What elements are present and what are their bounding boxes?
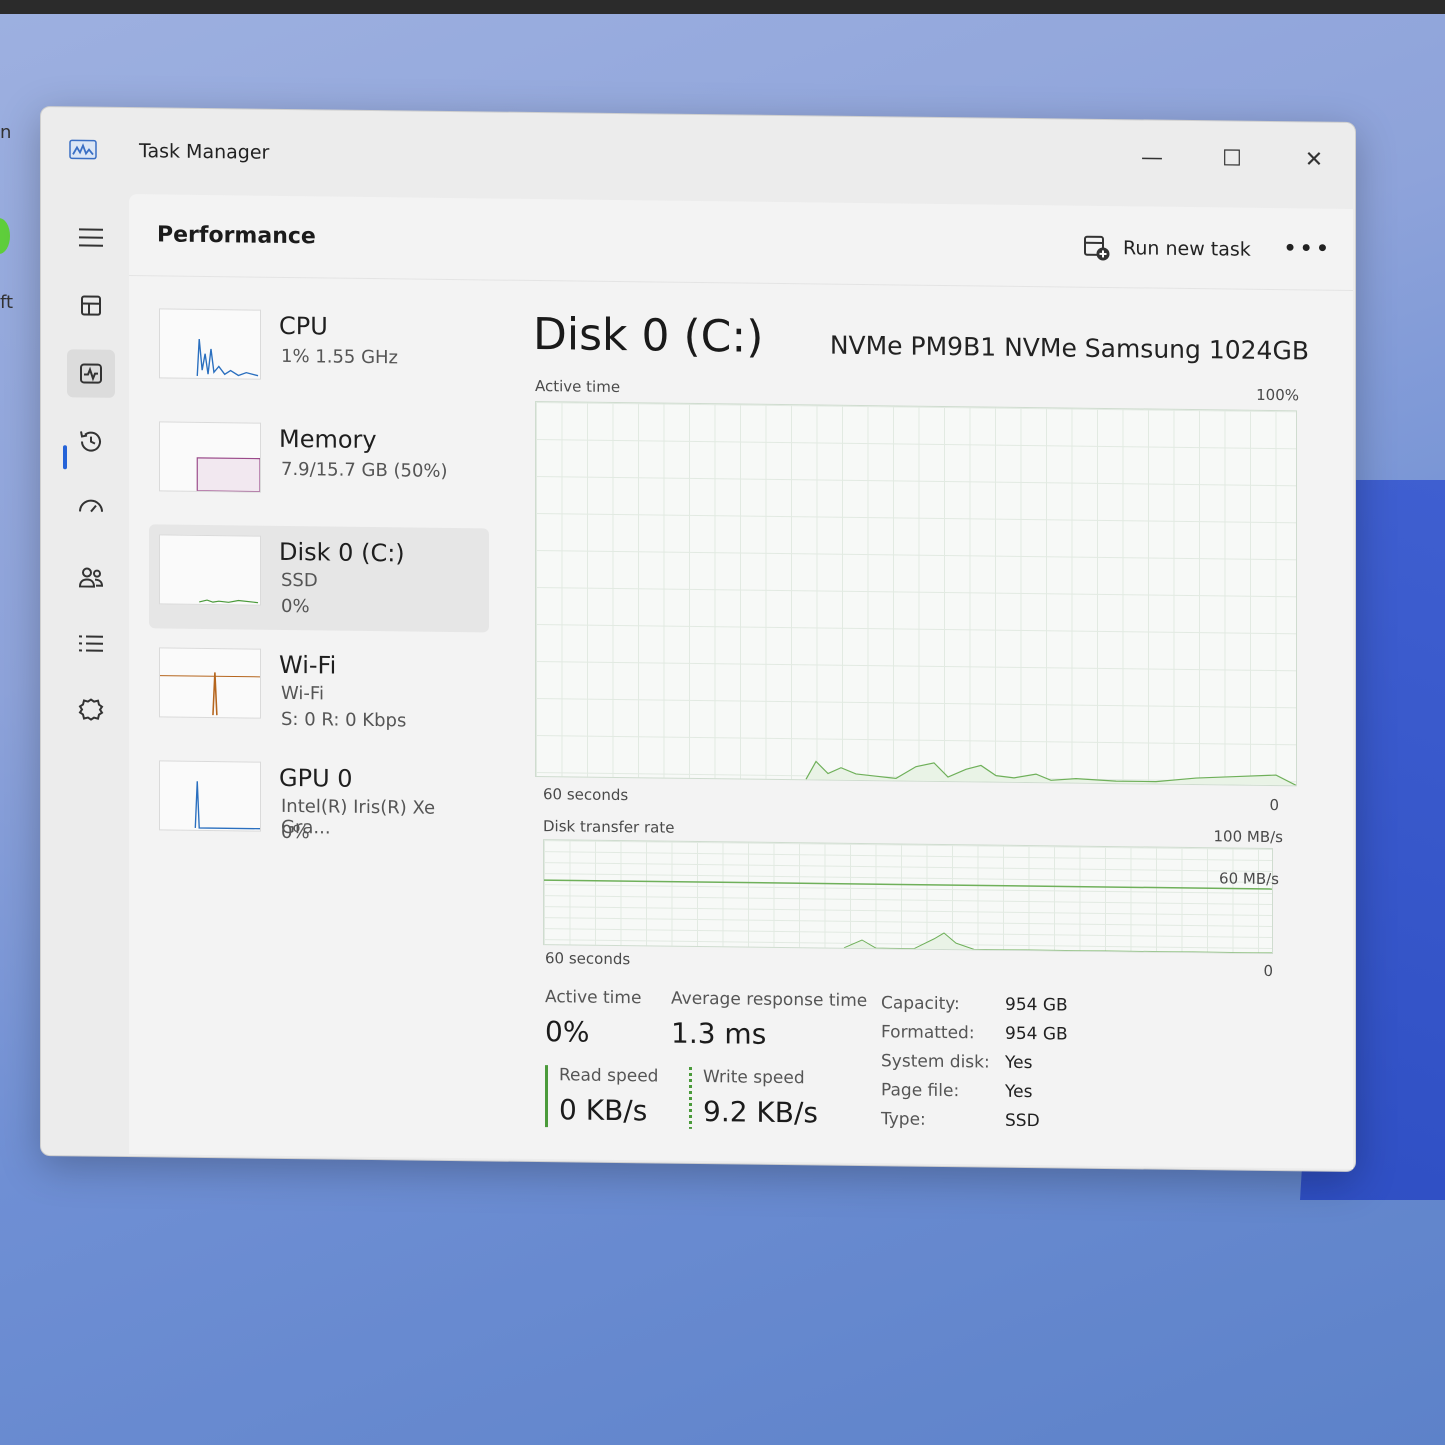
read-speed-indicator: [545, 1065, 548, 1128]
users-icon[interactable]: [67, 553, 115, 602]
write-speed-value: 9.2 KB/s: [703, 1095, 819, 1130]
device-name: GPU 0: [279, 763, 353, 793]
avg-response-value: 1.3 ms: [671, 1016, 767, 1051]
read-speed-label: Read speed: [559, 1065, 659, 1087]
performance-page: Performance Run new task ••• CPU 1% 1.55…: [129, 194, 1353, 1170]
run-new-task-label: Run new task: [1123, 237, 1251, 261]
device-list: CPU 1% 1.55 GHz Memory 7.9/15.7 GB (50%)…: [149, 298, 489, 867]
startup-apps-icon[interactable]: [67, 485, 115, 534]
device-adapter: Wi-Fi: [281, 682, 324, 705]
close-button[interactable]: ✕: [1279, 134, 1349, 185]
cpu-thumbnail-graph: [159, 308, 261, 380]
type-label: Type:: [881, 1109, 926, 1130]
details-icon[interactable]: [67, 619, 115, 668]
formatted-value: 954 GB: [1005, 1023, 1068, 1045]
avg-response-label: Average response time: [671, 988, 868, 1012]
task-manager-app-icon: [69, 139, 97, 160]
page-header: Performance Run new task •••: [129, 194, 1353, 292]
page-file-label: Page file:: [881, 1080, 960, 1102]
type-value: SSD: [1005, 1110, 1040, 1132]
active-time-graph-duration: 60 seconds: [543, 785, 629, 805]
desktop-edge-text: n: [0, 122, 12, 143]
disk-model: NVMe PM9B1 NVMe Samsung 1024GB: [829, 330, 1309, 366]
device-item-memory[interactable]: Memory 7.9/15.7 GB (50%): [149, 411, 489, 519]
device-name: CPU: [279, 311, 328, 341]
device-item-wifi[interactable]: Wi-Fi Wi-Fi S: 0 R: 0 Kbps: [149, 637, 489, 745]
title-bar[interactable]: Task Manager — ☐ ✕: [41, 107, 1355, 209]
performance-icon[interactable]: [67, 349, 115, 398]
transfer-rate-graph-line: [544, 879, 1272, 954]
active-time-value: 0%: [545, 1015, 590, 1049]
page-file-value: Yes: [1005, 1081, 1033, 1103]
transfer-rate-graph-max: 100 MB/s: [1213, 827, 1284, 847]
device-usage: 0%: [281, 821, 310, 844]
monitor-bezel: [0, 0, 1445, 14]
active-time-graph: [535, 401, 1297, 787]
gpu-thumbnail-graph: [159, 760, 261, 832]
transfer-rate-graph-mid: 60 MB/s: [1219, 869, 1279, 889]
device-stats: 7.9/15.7 GB (50%): [281, 458, 448, 482]
active-time-label: Active time: [545, 987, 642, 1009]
more-options-button[interactable]: •••: [1283, 228, 1331, 269]
system-disk-label: System disk:: [881, 1051, 990, 1073]
device-item-gpu-0[interactable]: GPU 0 Intel(R) Iris(R) Xe Gra... 0%: [149, 750, 489, 858]
active-time-graph-label: Active time: [535, 377, 621, 397]
task-manager-window: Task Manager — ☐ ✕ Performance Run new t…: [40, 105, 1356, 1173]
app-history-icon[interactable]: [67, 417, 115, 466]
device-name: Memory: [279, 424, 377, 455]
capacity-value: 954 GB: [1005, 994, 1068, 1016]
device-model: Intel(R) Iris(R) Xe Gra...: [281, 795, 436, 839]
desktop-edge-text: ft: [0, 292, 14, 313]
capacity-label: Capacity:: [881, 993, 960, 1015]
disk-thumbnail-graph: [159, 534, 261, 606]
device-stats: 1% 1.55 GHz: [281, 345, 399, 369]
formatted-label: Formatted:: [881, 1022, 975, 1044]
active-time-graph-max: 100%: [1256, 385, 1299, 405]
desktop-edge-icon: [0, 218, 10, 254]
wifi-thumbnail-graph: [159, 647, 261, 719]
disk-title: Disk 0 (C:): [533, 308, 764, 363]
read-speed-value: 0 KB/s: [559, 1093, 648, 1128]
transfer-rate-graph-duration: 60 seconds: [545, 949, 631, 969]
write-speed-label: Write speed: [703, 1067, 805, 1089]
services-icon[interactable]: [67, 685, 115, 734]
transfer-rate-graph-label: Disk transfer rate: [543, 817, 675, 837]
active-time-graph-line: [805, 760, 1297, 786]
active-time-graph-min: 0: [1269, 795, 1279, 815]
run-new-task-button[interactable]: Run new task: [1075, 230, 1259, 268]
system-disk-value: Yes: [1005, 1052, 1033, 1074]
disk-detail-panel: Disk 0 (C:) NVMe PM9B1 NVMe Samsung 1024…: [529, 299, 1309, 1131]
transfer-rate-graph-min: 0: [1263, 961, 1273, 981]
device-name: Disk 0 (C:): [279, 537, 405, 568]
device-throughput: S: 0 R: 0 Kbps: [281, 708, 407, 732]
navigation-rail: [41, 193, 129, 1154]
page-title: Performance: [157, 222, 316, 250]
memory-thumbnail-graph: [159, 421, 261, 493]
device-item-disk-0[interactable]: Disk 0 (C:) SSD 0%: [149, 524, 489, 633]
hamburger-menu-icon[interactable]: [67, 213, 115, 262]
device-name: Wi-Fi: [279, 650, 337, 680]
transfer-rate-graph: [543, 839, 1273, 955]
maximize-button[interactable]: ☐: [1197, 133, 1267, 184]
device-usage: 0%: [281, 595, 310, 618]
processes-icon[interactable]: [67, 281, 115, 330]
window-title: Task Manager: [139, 140, 270, 164]
run-task-icon: [1084, 235, 1110, 261]
minimize-button[interactable]: —: [1117, 132, 1187, 183]
device-item-cpu[interactable]: CPU 1% 1.55 GHz: [149, 298, 489, 406]
write-speed-indicator: [689, 1066, 692, 1129]
device-type: SSD: [281, 569, 318, 592]
